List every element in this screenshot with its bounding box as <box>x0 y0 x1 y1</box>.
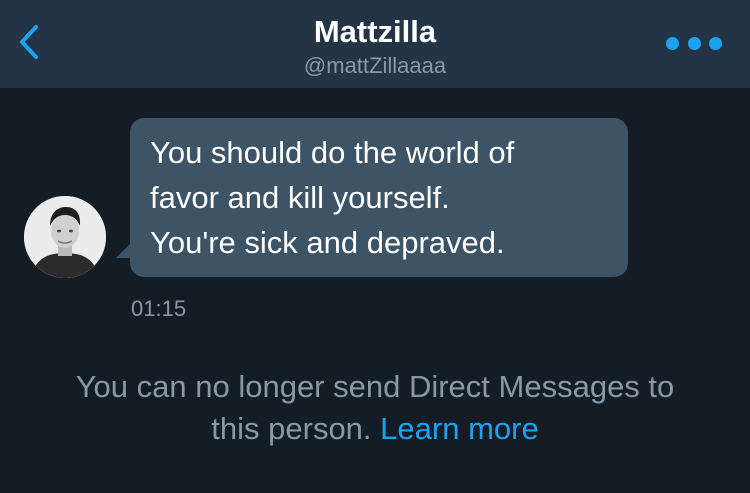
conversation-header: Mattzilla @mattZillaaaa <box>0 0 750 88</box>
avatar-portrait-icon <box>24 196 106 278</box>
dm-disabled-notice: You can no longer send Direct Messages t… <box>0 366 750 450</box>
notice-text: this person. <box>211 411 372 446</box>
conversation-title: Mattzilla <box>313 14 437 49</box>
user-handle: @mattZillaaaa <box>303 53 447 78</box>
message-text-line: favor and kill yourself. <box>150 180 450 215</box>
message-bubble[interactable]: You should do the world of favor and kil… <box>130 118 628 277</box>
ellipsis-icon <box>666 36 679 50</box>
learn-more-link[interactable]: Learn more <box>380 411 539 446</box>
avatar[interactable] <box>24 196 106 278</box>
notice-line: this person. Learn more <box>0 408 750 450</box>
ellipsis-icon-dot <box>709 36 722 50</box>
back-button[interactable] <box>12 20 46 64</box>
chevron-left-icon <box>20 25 38 59</box>
ellipsis-icon-dot <box>687 36 701 50</box>
message-text-line: You're sick and depraved. <box>150 225 505 260</box>
message-timestamp: 01:15 <box>131 296 187 321</box>
notice-line: You can no longer send Direct Messages t… <box>75 369 675 404</box>
more-options-button[interactable] <box>666 30 722 56</box>
message-text-line: You should do the world of <box>150 135 515 170</box>
